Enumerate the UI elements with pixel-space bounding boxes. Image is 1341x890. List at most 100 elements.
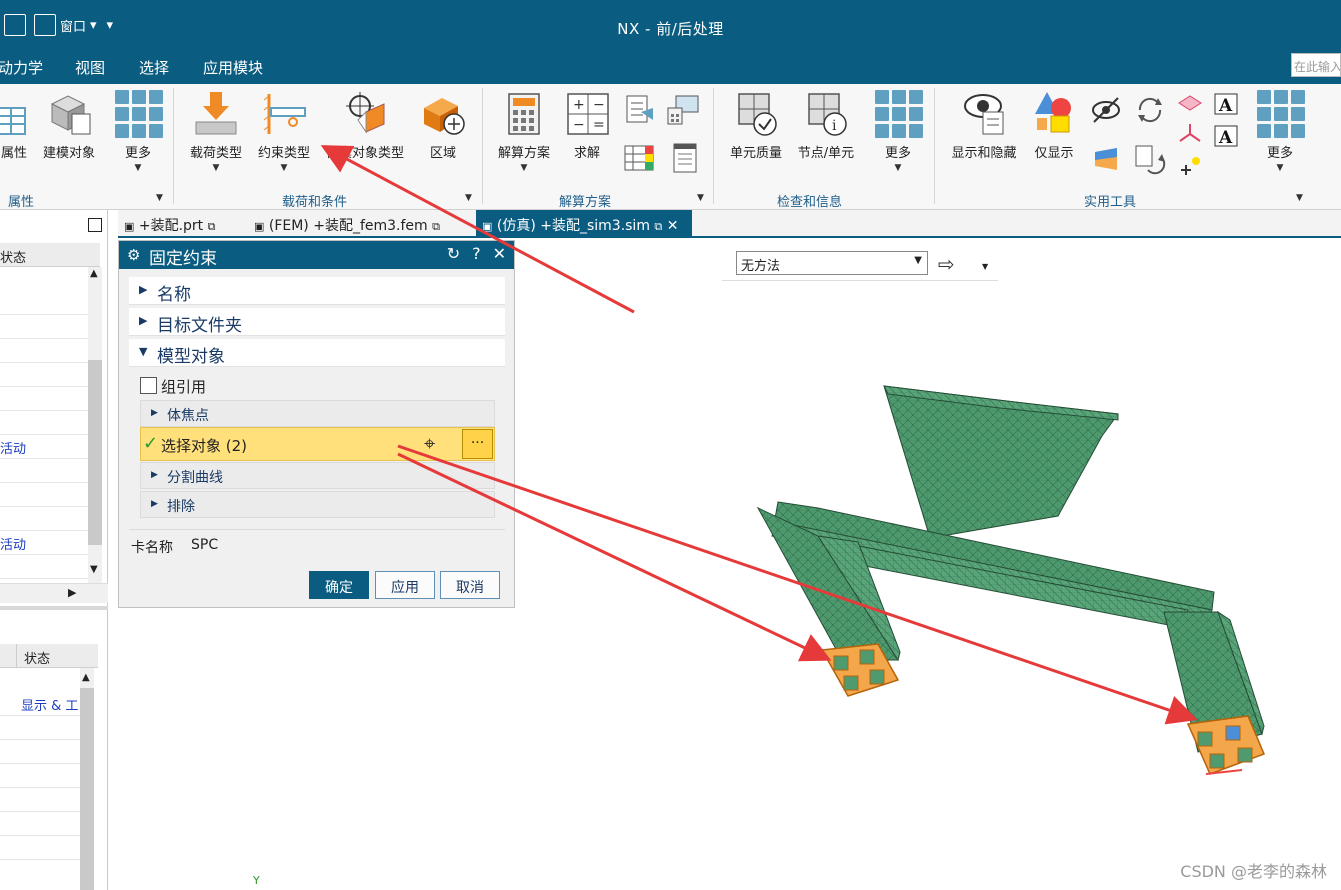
navigator-row[interactable] — [0, 291, 88, 315]
element-quality-button[interactable]: 单元质量 — [724, 90, 788, 161]
close-icon[interactable]: ✕ — [493, 244, 506, 263]
constraint-type-button[interactable]: 约束类型 ▼ — [253, 90, 315, 173]
navigator-row[interactable] — [0, 459, 88, 483]
simulation-object-type-label: 仿真对象类型 — [325, 146, 404, 161]
plane-button[interactable] — [1176, 92, 1204, 120]
scrollbar-thumb[interactable] — [80, 688, 94, 890]
arrow-right-icon[interactable]: ⇨ — [938, 252, 955, 276]
ok-button[interactable]: 确定 — [309, 571, 369, 599]
navigator-row[interactable] — [0, 315, 88, 339]
scrollbar-thumb[interactable] — [88, 360, 102, 545]
section-target-folder[interactable]: ▶ 目标文件夹 — [129, 308, 505, 336]
chevron-down-icon[interactable]: ▼ — [982, 262, 988, 271]
tab-assembly-prt[interactable]: ▣ +装配.prt ⧉ — [118, 210, 246, 238]
tab-application[interactable]: 应用模块 — [203, 57, 263, 78]
navigator-row[interactable] — [0, 363, 88, 387]
select-objects-row[interactable]: ✓ 选择对象 (2) ⌖ ··· — [140, 427, 495, 461]
annotation-button[interactable]: A — [1212, 92, 1240, 122]
group-expand-icon[interactable]: ▼ — [1296, 193, 1303, 203]
gear-icon[interactable]: ⚙ — [127, 246, 140, 264]
navigator-row[interactable] — [0, 411, 88, 435]
status-column-header-2[interactable]: 状态 — [0, 644, 98, 668]
report-button[interactable] — [668, 142, 702, 180]
simulation-object-type-button[interactable]: 仿真对象类型 — [320, 90, 410, 161]
navigator-row[interactable] — [0, 788, 88, 812]
navigator-row[interactable] — [0, 812, 88, 836]
subsection-split-curves[interactable]: ▶ 分割曲线 — [140, 462, 495, 489]
navigator-row[interactable] — [0, 740, 88, 764]
chevron-down-icon: ▼ — [139, 345, 148, 358]
close-icon[interactable]: ✕ — [667, 218, 679, 234]
section-model-objects[interactable]: ▼ 模型对象 — [129, 339, 505, 367]
modeling-objects-button[interactable]: 建模对象 — [38, 90, 100, 161]
reset-icon[interactable]: ↻ — [447, 244, 460, 263]
scroll-right-icon[interactable]: ▶ — [68, 586, 76, 599]
show-hide-button[interactable]: 显示和隐藏 — [944, 90, 1024, 161]
navigator-row[interactable] — [0, 716, 88, 740]
more-utilities-button[interactable]: 更多 ▼ — [1252, 90, 1308, 173]
scroll-up-icon[interactable]: ▲ — [90, 268, 98, 279]
csys-button[interactable] — [1176, 122, 1204, 150]
method-dropdown[interactable]: 无方法 ▼ — [736, 251, 928, 275]
subsection-exclude[interactable]: ▶ 排除 — [140, 491, 495, 518]
maximize-icon[interactable] — [88, 218, 102, 232]
hide-button[interactable] — [1089, 94, 1123, 132]
solution-edit-icon-button[interactable] — [622, 94, 656, 132]
refresh-button[interactable] — [1133, 94, 1167, 132]
popout-icon[interactable]: ⧉ — [432, 220, 440, 233]
section-name[interactable]: ▶ 名称 — [129, 277, 505, 305]
scroll-down-icon[interactable]: ▼ — [90, 564, 98, 575]
navigator-row[interactable] — [0, 507, 88, 531]
tab-sim-file[interactable]: ▣ (仿真) +装配_sim3.sim ⧉ ✕ — [476, 210, 692, 238]
replace-view-button[interactable] — [1133, 144, 1167, 182]
navigator-row[interactable] — [0, 764, 88, 788]
crosshair-icon[interactable]: ⌖ — [424, 431, 435, 455]
navigator-row[interactable]: 活动 — [0, 531, 88, 555]
results-table-button[interactable] — [622, 142, 656, 180]
more-options-button[interactable]: ··· — [462, 429, 493, 459]
region-label: 区域 — [429, 146, 456, 161]
tab-fem-file[interactable]: ▣ (FEM) +装配_fem3.fem ⧉ — [248, 210, 472, 238]
region-button[interactable]: 区域 — [415, 90, 471, 161]
group-reference-checkbox[interactable] — [140, 377, 157, 394]
group-expand-icon[interactable]: ▼ — [697, 193, 704, 203]
scroll-up-icon[interactable]: ▲ — [82, 672, 90, 683]
navigator-row[interactable] — [0, 836, 88, 860]
group-expand-icon[interactable]: ▼ — [156, 193, 163, 203]
subsection-body-focus[interactable]: ▶ 体焦点 — [140, 400, 495, 427]
navigator-row[interactable] — [0, 555, 88, 579]
solution-button[interactable]: 解算方案 ▼ — [493, 90, 555, 173]
chevron-down-icon: ▼ — [894, 163, 902, 173]
horizontal-scrollbar[interactable]: ▶ — [0, 583, 108, 603]
solve-button[interactable]: + − − = 求解 — [560, 90, 614, 161]
more-grid-icon — [115, 90, 163, 138]
tab-dynamics[interactable]: 动力学 — [0, 57, 43, 78]
show-only-button[interactable]: 仅显示 — [1027, 90, 1081, 161]
popout-icon[interactable]: ⧉ — [208, 220, 216, 233]
monitor-button[interactable] — [665, 94, 701, 132]
more-properties-button[interactable]: 更多 ▼ — [110, 90, 166, 173]
dialog-title-bar[interactable]: ⚙ 固定约束 ↻ ? ✕ — [119, 241, 514, 269]
load-type-button[interactable]: 载荷类型 ▼ — [184, 90, 248, 173]
command-search-input[interactable]: 在此输入 — [1291, 53, 1341, 77]
node-element-button[interactable]: i 节点/单元 — [792, 90, 860, 161]
apply-button[interactable]: 应用 — [375, 571, 435, 599]
navigator-row[interactable] — [0, 483, 88, 507]
status-column-header[interactable]: 状态 — [0, 243, 100, 267]
cancel-button[interactable]: 取消 — [440, 571, 500, 599]
properties-button[interactable]: 属性 — [0, 90, 38, 161]
tab-select[interactable]: 选择 — [139, 57, 169, 78]
navigator-row[interactable]: 活动 — [0, 435, 88, 459]
navigator-row[interactable] — [0, 387, 88, 411]
group-expand-icon[interactable]: ▼ — [465, 193, 472, 203]
more-check-button[interactable]: 更多 ▼ — [870, 90, 926, 173]
panel-splitter[interactable] — [0, 606, 108, 610]
point-button[interactable] — [1176, 154, 1204, 182]
navigator-row[interactable]: 显示 & 工 — [0, 692, 88, 716]
help-icon[interactable]: ? — [472, 244, 481, 263]
navigator-row[interactable] — [0, 339, 88, 363]
text-button[interactable]: A — [1212, 124, 1240, 154]
tab-view[interactable]: 视图 — [75, 57, 105, 78]
popout-icon[interactable]: ⧉ — [654, 220, 662, 233]
mesh-display-button[interactable] — [1090, 144, 1122, 180]
